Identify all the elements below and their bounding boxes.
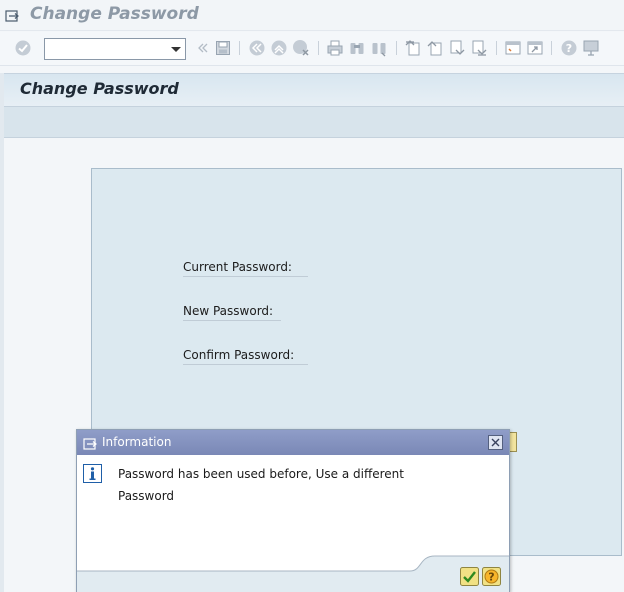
confirm-icon[interactable]	[460, 567, 479, 586]
command-field[interactable]	[44, 38, 186, 60]
next-page-icon[interactable]	[448, 39, 466, 57]
separator	[496, 41, 497, 55]
command-input[interactable]	[47, 41, 165, 57]
dialog-message-line1: Password has been used before, Use a dif…	[118, 467, 404, 481]
create-session-icon[interactable]	[504, 39, 522, 57]
current-password-label: Current Password:	[183, 260, 308, 277]
svg-text:?: ?	[566, 42, 572, 55]
back-icon[interactable]	[248, 39, 266, 57]
info-icon	[83, 464, 102, 483]
separator	[239, 41, 240, 55]
separator	[318, 41, 319, 55]
screen-title: Change Password	[20, 79, 179, 98]
dialog-title: Information	[102, 435, 172, 449]
enter-icon[interactable]	[14, 39, 32, 57]
separator	[396, 41, 397, 55]
screen-header: Change Password	[4, 73, 624, 106]
confirm-password-label: Confirm Password:	[183, 348, 308, 365]
cancel-icon[interactable]	[292, 39, 310, 57]
help-icon[interactable]: ?	[482, 567, 501, 586]
save-icon[interactable]	[214, 39, 232, 57]
find-next-icon[interactable]	[370, 39, 388, 57]
previous-page-icon[interactable]	[426, 39, 444, 57]
customize-layout-icon[interactable]	[582, 39, 600, 57]
back-nav-icon[interactable]	[194, 39, 212, 57]
shortcut-icon[interactable]	[526, 39, 544, 57]
last-page-icon[interactable]	[470, 39, 488, 57]
title-bar: Change Password	[0, 0, 624, 31]
application-toolbar	[4, 106, 624, 138]
exit-icon[interactable]	[270, 39, 288, 57]
standard-toolbar: ?	[0, 32, 624, 66]
dialog-footer	[77, 555, 509, 592]
dialog-menu-icon[interactable]	[83, 436, 97, 450]
first-page-icon[interactable]	[404, 39, 422, 57]
information-dialog: Information Password has been used befor…	[76, 429, 510, 592]
dialog-title-bar[interactable]: Information	[77, 430, 509, 455]
find-icon[interactable]	[348, 39, 366, 57]
svg-text:?: ?	[488, 571, 494, 584]
menu-icon[interactable]	[5, 8, 19, 22]
new-password-label: New Password:	[183, 304, 281, 321]
window-title: Change Password	[30, 4, 199, 24]
dialog-message-line2: Password	[118, 489, 175, 503]
chevron-down-icon[interactable]	[171, 47, 181, 52]
print-icon[interactable]	[326, 39, 344, 57]
hidden-button-edge	[509, 432, 517, 452]
close-icon[interactable]	[488, 435, 503, 450]
separator	[551, 41, 552, 55]
left-edge	[0, 73, 4, 592]
help-icon[interactable]: ?	[560, 39, 578, 57]
